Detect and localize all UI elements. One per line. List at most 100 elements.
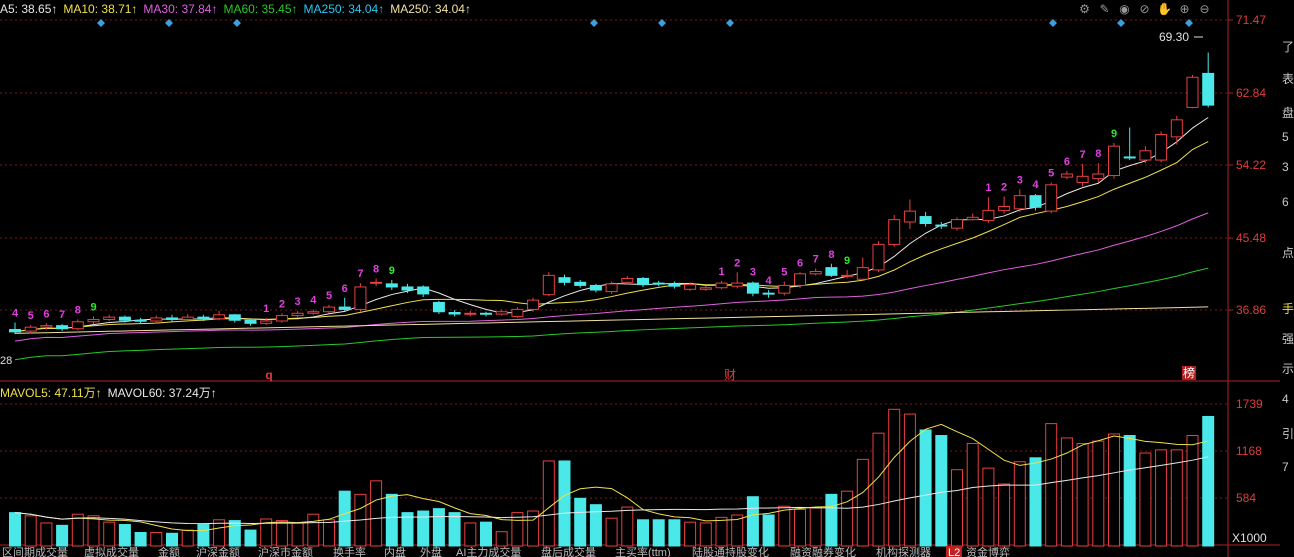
volume-bar	[385, 493, 398, 547]
minus-circle-icon[interactable]: ⊖	[1196, 1, 1213, 18]
right-strip-item[interactable]: 了	[1282, 38, 1294, 55]
pen-icon[interactable]: ✎	[1096, 1, 1113, 18]
td-count-label: 4	[1032, 179, 1039, 191]
tab-turnover[interactable]: 换手率	[333, 546, 366, 557]
candle-body	[935, 224, 948, 227]
volume-legend: MAVOL5: 47.11万↑ MAVOL60: 37.24万↑	[0, 386, 223, 400]
volume-bar	[1186, 435, 1199, 547]
volume-bar	[935, 435, 948, 547]
td-count-label: 3	[295, 296, 301, 308]
td-count-label: 8	[75, 304, 81, 316]
volume-bar	[778, 505, 791, 547]
gear-icon[interactable]: ⚙	[1076, 1, 1093, 18]
volume-bar	[1170, 449, 1183, 547]
candle-body	[197, 316, 210, 320]
ma-legend-item-ma10: MA10: 38.71↑	[63, 2, 138, 16]
right-side-strip: 了 表 盘 5 3 6 点 手 强 示 4 引 7	[1280, 0, 1294, 557]
td-count-label: 6	[1064, 156, 1070, 168]
volume-bar	[103, 521, 116, 547]
tab-hk-connect[interactable]: 陆股通持股变化	[692, 546, 769, 557]
right-strip-item[interactable]: 7	[1282, 460, 1289, 474]
right-strip-item[interactable]: 表	[1282, 70, 1294, 87]
stock-chart[interactable]: 4 5 6 7 8 9 1 2 3 4 567 8 9 123456 7 891 23 4567 89	[0, 0, 1294, 557]
candle-body	[762, 292, 775, 295]
td-count-label: 5	[28, 310, 34, 322]
volume-bar	[1076, 442, 1089, 547]
event-diamond	[1117, 19, 1125, 27]
candle-body	[605, 283, 618, 293]
td-count-label: 5	[781, 267, 787, 279]
volume-bar	[589, 504, 602, 547]
candle-body	[589, 284, 602, 291]
tab-hs-market-amount[interactable]: 沪深市金额	[258, 546, 313, 557]
candle-body	[903, 210, 916, 223]
volume-bar	[715, 516, 728, 547]
candle-body	[1045, 184, 1058, 212]
right-strip-item[interactable]: 示	[1282, 360, 1294, 377]
bang-marker[interactable]: 榜	[1182, 366, 1196, 380]
right-strip-item[interactable]: 引	[1282, 425, 1294, 442]
tab-outer[interactable]: 外盘	[420, 546, 442, 557]
td-count-label: 2	[734, 257, 740, 269]
volume-bar	[244, 529, 257, 547]
candle-body	[181, 316, 194, 320]
td-count-label: 5	[326, 290, 332, 302]
candle-body	[338, 306, 351, 310]
candle-body	[715, 282, 728, 289]
candle-body	[621, 277, 634, 283]
volume-bar	[370, 480, 383, 547]
candle-body	[432, 301, 445, 313]
volume-bar	[1092, 440, 1105, 547]
td-count-label: 2	[1001, 181, 1007, 193]
volume-bar	[87, 515, 100, 547]
right-strip-item[interactable]: 手	[1282, 300, 1294, 317]
eye-icon[interactable]: ◉	[1116, 1, 1133, 18]
tab-institution[interactable]: 机构探测器	[876, 546, 931, 557]
right-strip-item[interactable]: 盘	[1282, 104, 1294, 121]
price-tick-5: 36.86	[1236, 303, 1267, 317]
tab-interval-volume[interactable]: 区间期成交量	[2, 546, 68, 557]
volume-bar	[746, 496, 759, 547]
candle-body	[87, 318, 100, 323]
candle-body	[71, 321, 84, 330]
candle-body	[448, 312, 461, 315]
candle-body	[527, 299, 540, 310]
tab-margin[interactable]: 融资融券变化	[790, 546, 856, 557]
volume-tick-1: 1739	[1236, 397, 1263, 411]
volume-bar	[872, 432, 885, 547]
volume-bar	[1108, 433, 1120, 547]
cai-marker[interactable]: 财	[723, 368, 737, 382]
candle-body	[370, 281, 383, 284]
volume-bar	[1123, 435, 1136, 547]
tab-fund-game[interactable]: 资金博弈	[966, 546, 1010, 557]
eye-slash-icon[interactable]: ⊘	[1136, 1, 1153, 18]
volume-bar	[307, 513, 320, 547]
volume-bar	[542, 460, 555, 547]
tab-buy-rate[interactable]: 主买率(ttm)	[615, 546, 671, 557]
volume-bar	[480, 521, 492, 547]
candle-body	[809, 270, 822, 275]
tab-amount[interactable]: 金额	[158, 546, 180, 557]
tab-ai-volume[interactable]: AI主力成交量	[456, 546, 521, 557]
tab-inner[interactable]: 内盘	[384, 546, 406, 557]
candle-body	[699, 287, 712, 290]
volume-bar	[134, 531, 147, 547]
right-strip-item[interactable]: 3	[1282, 160, 1289, 174]
right-strip-item[interactable]: 6	[1282, 195, 1289, 209]
right-strip-item[interactable]: 4	[1282, 392, 1289, 406]
plus-circle-icon[interactable]: ⊕	[1176, 1, 1193, 18]
candle-body	[244, 319, 257, 324]
right-strip-item[interactable]: 强	[1282, 330, 1294, 347]
q-marker[interactable]: q	[262, 368, 276, 382]
tab-hs-amount[interactable]: 沪深金额	[196, 546, 240, 557]
candle-body	[40, 325, 53, 328]
candle-body	[24, 326, 37, 332]
right-strip-item[interactable]: 5	[1282, 130, 1289, 144]
right-strip-item[interactable]: 点	[1282, 244, 1294, 261]
tab-virtual-volume[interactable]: 虚拟成交量	[84, 546, 139, 557]
candle-body	[841, 274, 854, 277]
hand-icon[interactable]: ✋	[1156, 1, 1173, 18]
candle-body	[213, 314, 226, 320]
indicator-tab-bar: 区间期成交量 虚拟成交量 金额 沪深金额 沪深市金额 换手率 内盘 外盘 AI主…	[0, 546, 1294, 557]
tab-after-hours-volume[interactable]: 盘后成交量	[541, 546, 596, 557]
